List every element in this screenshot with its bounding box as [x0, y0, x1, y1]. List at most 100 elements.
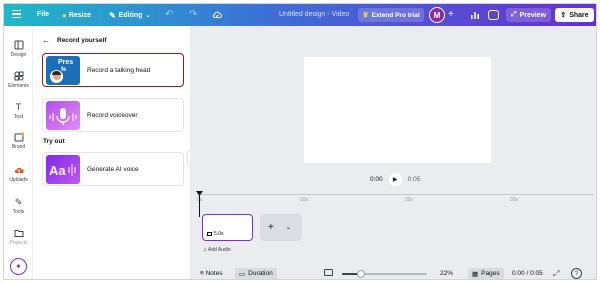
film-icon — [207, 231, 212, 236]
editing-mode-button[interactable]: ✎ Editing ⌄ — [109, 11, 150, 20]
file-menu[interactable]: File — [37, 11, 49, 18]
crown-icon: ♛ — [362, 12, 369, 19]
player-controls: 0:00 ▶ 0:05 — [370, 173, 420, 186]
rail-item-uploads[interactable]: Uploads — [4, 165, 33, 183]
chevron-down-icon[interactable]: ⌄ — [286, 224, 291, 231]
design-page[interactable] — [304, 57, 491, 163]
panel-title: Record yourself — [57, 37, 107, 44]
chevron-down-icon: ⌄ — [145, 13, 151, 19]
zoom-slider-knob[interactable] — [356, 270, 365, 278]
video-clip[interactable]: 5.0s — [202, 214, 253, 241]
notes-button[interactable]: ≡ Notes — [200, 270, 223, 277]
avatar[interactable]: M — [429, 7, 445, 23]
thumbnail-text: Pres — [58, 58, 74, 66]
ai-voice-thumbnail: Aa — [46, 154, 80, 184]
grid-icon: ▦ — [472, 270, 479, 278]
voiceover-thumbnail — [46, 100, 80, 130]
monitor-icon[interactable] — [324, 269, 333, 276]
add-page-button[interactable]: + ⌄ — [260, 214, 302, 241]
clip-duration: 5.0s — [207, 231, 223, 237]
rail-label: Design — [10, 52, 27, 58]
magic-assistant-button[interactable]: ✦ — [10, 258, 27, 275]
canvas-area: 0:00 ▶ 0:05 — [190, 26, 596, 191]
share-label: Share — [569, 11, 589, 19]
sparkle-icon: ✦ — [15, 262, 22, 271]
tick-label: 30s — [510, 197, 519, 203]
presenter-circle — [50, 69, 63, 83]
notes-label: Notes — [205, 270, 223, 277]
preview-button[interactable]: ⤢ Preview — [506, 8, 551, 22]
record-panel: ← Record yourself Pres fe Record a talki… — [33, 26, 190, 279]
thumbnail-text: fe — [61, 66, 67, 73]
rail-label: Brand — [11, 144, 26, 150]
undo-icon[interactable]: ↶ — [165, 9, 173, 20]
rail-item-design[interactable]: Design — [4, 40, 33, 58]
timer-icon: ▭ — [239, 270, 246, 278]
pages-label: Pages — [481, 270, 500, 277]
insights-icon[interactable] — [470, 10, 480, 20]
rail-item-projects[interactable]: Projects — [4, 228, 33, 246]
card-label: Generate AI voice — [87, 165, 139, 173]
layout-icon — [14, 40, 23, 50]
microphone-icon — [49, 107, 77, 125]
upload-icon: ⇪ — [560, 12, 567, 19]
left-rail: Design Elements T Text Brand Uploads ✎ T… — [4, 26, 33, 279]
add-audio-button[interactable]: ♫ Add Audio — [203, 247, 231, 253]
canva-editor-window: File ● Resize ✎ Editing ⌄ ↶ ↷ Untitled d… — [3, 3, 597, 280]
resize-button[interactable]: ● Resize — [62, 11, 91, 20]
music-note-icon: ♫ — [203, 247, 207, 253]
tick-label: 20s — [405, 197, 414, 203]
duration-label: Duration — [248, 270, 273, 277]
tryout-heading: Try out — [43, 138, 65, 145]
total-time: 0:05 — [407, 176, 421, 183]
back-arrow-icon[interactable]: ← — [42, 36, 50, 45]
expand-icon: ⤢ — [510, 11, 517, 18]
rail-item-elements[interactable]: Elements — [4, 71, 33, 89]
card-label: Record a talking head — [87, 66, 151, 74]
pencil-icon: ✎ — [109, 11, 116, 20]
timeline-ruler — [198, 194, 594, 195]
page-time: 0:00 / 0:05 — [512, 270, 543, 277]
pages-button[interactable]: ▦ Pages — [468, 268, 504, 279]
preview-label: Preview — [519, 11, 547, 19]
generate-ai-voice-card[interactable]: Aa Generate AI voice — [42, 152, 184, 186]
rail-item-brand[interactable]: Brand — [4, 132, 33, 150]
rail-label: Text — [13, 114, 24, 120]
share-button[interactable]: ⇪ Share — [555, 8, 594, 22]
rail-item-tools[interactable]: ✎ Tools — [4, 197, 33, 215]
record-voiceover-card[interactable]: Record voiceover — [42, 98, 184, 132]
crown-icon: ● — [62, 11, 67, 20]
redo-icon[interactable]: ↷ — [189, 9, 197, 20]
record-talking-head-card[interactable]: Pres fe Record a talking head — [42, 53, 184, 87]
svg-text:Aa: Aa — [49, 163, 66, 178]
add-audio-label: Add Audio — [207, 247, 231, 253]
pro-label: Extend Pro trial — [371, 11, 420, 19]
brand-icon — [14, 132, 24, 142]
play-button[interactable]: ▶ — [388, 173, 402, 186]
play-icon: ▶ — [392, 177, 398, 183]
resize-label: Resize — [68, 12, 92, 19]
comment-icon[interactable] — [488, 10, 499, 20]
rail-label: Uploads — [9, 177, 28, 183]
fullscreen-icon[interactable]: ⤢ — [553, 269, 559, 279]
menu-icon[interactable] — [12, 10, 21, 19]
help-icon[interactable]: ? — [571, 268, 582, 279]
clip-duration-label: 5.0s — [214, 231, 224, 237]
pencil-icon: ✎ — [14, 197, 23, 207]
plus-icon: + — [268, 222, 274, 233]
rail-item-text[interactable]: T Text — [4, 102, 33, 120]
plus-icon[interactable]: + — [448, 9, 454, 20]
zoom-value[interactable]: 22% — [440, 270, 453, 277]
duration-button[interactable]: ▭ Duration — [235, 268, 277, 279]
text-icon: T — [15, 102, 22, 112]
top-bar: File ● Resize ✎ Editing ⌄ ↶ ↷ Untitled d… — [4, 4, 596, 26]
rail-label: Elements — [8, 83, 29, 89]
rail-label: Tools — [12, 209, 25, 215]
tick-label: 10s — [300, 197, 309, 203]
cloud-saved-icon[interactable] — [212, 10, 222, 20]
timeline: 0s 10s 20s 30s 5.0s + ⌄ ♫ Add Audio — [190, 191, 596, 267]
zoom-slider[interactable] — [342, 270, 427, 278]
design-title[interactable]: Untitled design - Video — [279, 11, 349, 18]
extend-pro-trial-button[interactable]: ♛ Extend Pro trial — [358, 8, 424, 22]
current-time: 0:00 — [370, 176, 383, 183]
